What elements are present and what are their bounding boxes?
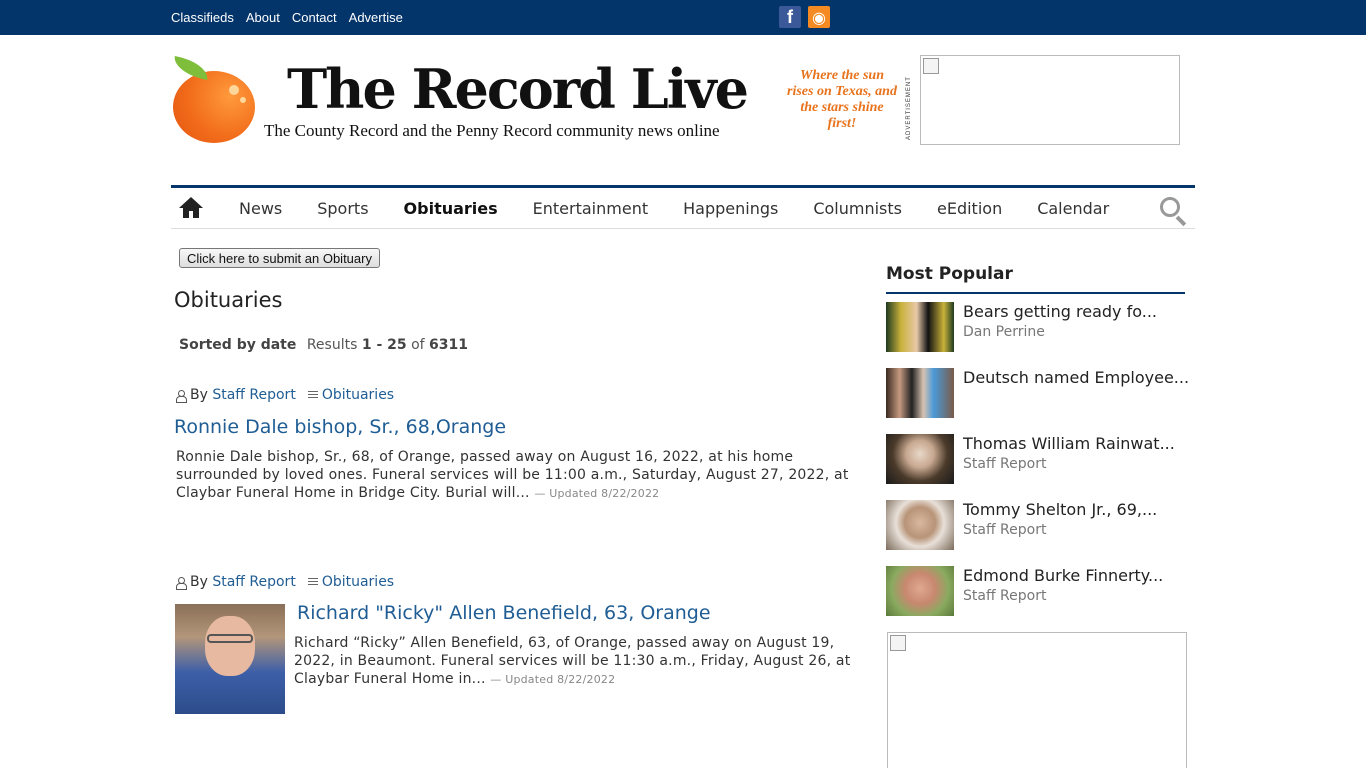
list-icon [307,390,318,400]
broken-image-icon [890,635,906,651]
nav-item-calendar[interactable]: Calendar [1037,199,1109,218]
rss-icon[interactable]: ◉ [808,6,830,28]
home-icon[interactable] [179,197,203,219]
popular-item[interactable]: Thomas William Rainwat... Staff Report [886,434,1186,486]
range-sep: - [371,337,388,353]
popular-title[interactable]: Thomas William Rainwat... [963,434,1175,453]
tagline: Where the sun rises on Texas, and the st… [787,68,897,131]
popular-title[interactable]: Tommy Shelton Jr., 69,... [963,500,1157,519]
page-title: Obituaries [174,288,283,312]
advertise-link[interactable]: Advertise [349,10,403,25]
classifieds-link[interactable]: Classifieds [171,10,234,25]
search-icon[interactable] [1160,197,1188,227]
submit-obituary-button[interactable]: Click here to submit an Obituary [179,248,380,268]
nav-item-eedition[interactable]: eEdition [937,199,1002,218]
nav-item-happenings[interactable]: Happenings [683,199,778,218]
updated-date: — Updated 8/22/2022 [534,487,660,500]
popular-item[interactable]: Edmond Burke Finnerty... Staff Report [886,566,1186,618]
article-thumbnail[interactable] [175,604,285,714]
popular-author: Staff Report [963,456,1047,472]
orange-highlight-small [240,97,246,103]
popular-item[interactable]: Deutsch named Employee... [886,368,1189,420]
popular-item[interactable]: Tommy Shelton Jr., 69,... Staff Report [886,500,1186,552]
popular-title[interactable]: Edmond Burke Finnerty... [963,566,1163,585]
nav-item-news[interactable]: News [239,199,282,218]
popular-title[interactable]: Deutsch named Employee... [963,368,1189,387]
results-label: Results [306,337,358,353]
article-summary: Ronnie Dale bishop, Sr., 68, of Orange, … [176,449,849,501]
article-title[interactable]: Ronnie Dale bishop, Sr., 68,Orange [174,416,506,438]
popular-item[interactable]: Bears getting ready fo... Dan Perrine [886,302,1186,354]
category-link[interactable]: Obituaries [322,387,394,403]
popular-author: Staff Report [963,522,1047,538]
main-nav: News Sports Obituaries Entertainment Hap… [171,185,1195,229]
contact-link[interactable]: Contact [292,10,337,25]
popular-thumbnail[interactable] [886,302,954,352]
popular-thumbnail[interactable] [886,566,954,616]
article-summary: Richard “Ricky” Allen Benefield, 63, of … [294,635,851,687]
popular-thumbnail[interactable] [886,500,954,550]
sidebar-ad[interactable] [887,632,1187,768]
by-label: By [190,387,208,403]
by-label: By [190,574,208,590]
site-subtitle: The County Record and the Penny Record c… [264,121,720,140]
author-link[interactable]: Staff Report [212,387,295,403]
top-bar: Classifieds About Contact Advertise f ◉ [0,0,1366,35]
range-start: 1 [361,337,372,353]
popular-thumbnail[interactable] [886,368,954,418]
nav-item-columnists[interactable]: Columnists [813,199,902,218]
popular-title[interactable]: Bears getting ready fo... [963,302,1157,321]
facebook-icon[interactable]: f [779,6,801,28]
orange-logo-icon [173,71,255,143]
article-meta: By Staff Report Obituaries [176,387,394,403]
author-link[interactable]: Staff Report [212,574,295,590]
ad-label: ADVERTISEMENT [906,76,912,140]
popular-thumbnail[interactable] [886,434,954,484]
most-popular-title: Most Popular [886,264,1185,294]
header-ad[interactable] [920,55,1180,145]
nav-item-obituaries[interactable]: Obituaries [404,199,498,218]
article-title[interactable]: Richard "Ricky" Allen Benefield, 63, Ora… [297,602,711,624]
updated-date: — Updated 8/22/2022 [490,673,616,686]
site-logo[interactable]: The Record Live The County Record and th… [171,55,771,150]
sorted-label: Sorted by date [179,337,297,353]
user-icon [176,389,187,403]
list-icon [307,577,318,587]
broken-image-icon [923,58,939,74]
nav-item-entertainment[interactable]: Entertainment [533,199,648,218]
article-meta: By Staff Report Obituaries [176,574,394,590]
about-link[interactable]: About [246,10,280,25]
top-links: Classifieds About Contact Advertise [171,0,403,35]
site-title: The Record Live [287,57,749,121]
nav-item-sports[interactable]: Sports [317,199,368,218]
orange-highlight [229,85,239,95]
results-summary: Sorted by date Results 1 - 25 of 6311 [179,337,468,353]
popular-author: Staff Report [963,588,1047,604]
results-total: 6311 [429,337,469,353]
of-label: of [411,337,425,353]
range-end: 25 [387,337,407,353]
nav-items: News Sports Obituaries Entertainment Hap… [239,188,1144,229]
user-icon [176,576,187,590]
popular-author: Dan Perrine [963,324,1045,340]
category-link[interactable]: Obituaries [322,574,394,590]
